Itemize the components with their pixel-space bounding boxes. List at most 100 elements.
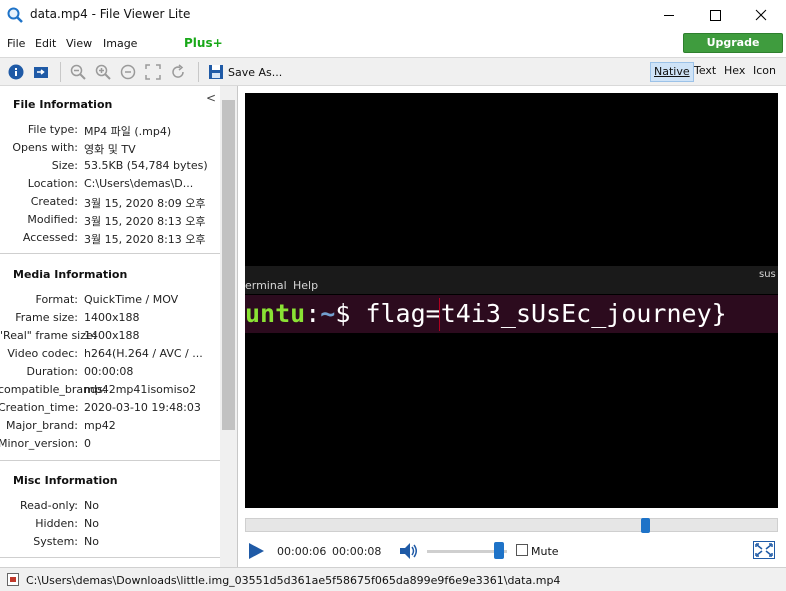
seek-bar[interactable] [245,518,778,532]
status-file-path: C:\Users\demas\Downloads\little.img_0355… [26,574,561,587]
close-icon [755,9,767,21]
row-label: Video codec: [7,347,78,360]
zoom-out-icon[interactable] [70,64,86,80]
prompt-path: ~ [320,299,336,328]
rotate-icon[interactable] [170,64,186,80]
info-icon[interactable] [8,64,24,80]
prompt-user: untu [245,299,306,328]
zoom-reset-icon[interactable] [120,64,136,80]
section-divider [0,557,220,558]
seek-handle[interactable] [640,518,650,533]
mute-checkbox[interactable] [516,544,528,556]
row-value: 1400x188 [84,311,140,324]
menu-image[interactable]: Image [103,37,137,50]
menu-file[interactable]: File [7,37,25,50]
row-label: System: [33,535,78,548]
terminal-menubar: erminal Help sus [245,266,778,294]
row-value: 3월 15, 2020 8:09 오후 [84,197,206,210]
volume-icon[interactable] [399,542,419,560]
row-value: 3월 15, 2020 8:13 오후 [84,233,206,246]
toolbar: Save As... Native Text Hex Icon [0,57,786,86]
row-value: C:\Users\demas\D... [84,177,194,190]
plus-link[interactable]: Plus+ [184,36,223,50]
menu-bar: File Edit View Image Plus+ [0,31,786,56]
terminal-menu-item: Help [293,279,319,292]
row-label: Format: [35,293,78,306]
section-title-file-information: File Information [13,98,113,111]
zoom-in-icon[interactable] [95,64,111,80]
collapse-sidebar-button[interactable]: < [206,91,216,105]
row-label: Frame size: [15,311,78,324]
mute-label: Mute [531,545,559,558]
terminal-topright-text: sus [759,269,776,280]
section-divider [0,460,220,461]
title-bar: data.mp4 - File Viewer Lite [0,0,786,31]
fullscreen-icon[interactable] [753,541,775,559]
row-label: Minor_version: [0,437,79,450]
maximize-button[interactable] [692,0,738,31]
video-file-icon [7,573,19,586]
row-label: compatible_brands: [0,383,107,396]
upgrade-button[interactable]: Upgrade [683,33,783,53]
row-label: Location: [27,177,78,190]
maximize-icon [710,10,721,21]
text-caret [439,298,440,331]
row-label: Major_brand: [6,419,78,432]
row-value: No [84,517,99,530]
row-value: 53.5KB (54,784 bytes) [84,159,208,172]
view-tab-hex[interactable]: Hex [721,62,748,82]
terminal-prompt-line: untu:~$ flag=t4i3_sUsEc_journey} [245,295,778,333]
row-value: mp42 [84,419,116,432]
row-value: 0 [84,437,91,450]
toolbar-divider [60,62,61,82]
row-value: mp42mp41isomiso2 [84,383,197,396]
prompt-command: $ flag=t4i3_sUsEc_journey} [335,299,727,328]
row-label: Accessed: [22,231,78,244]
row-value: 1400x188 [84,329,140,342]
view-tab-native[interactable]: Native [650,62,694,82]
video-frame[interactable]: erminal Help sus untu:~$ flag=t4i3_sUsEc… [245,93,778,508]
row-value: h264(H.264 / AVC / ... [84,347,203,360]
section-title-misc-information: Misc Information [13,474,118,487]
window-title: data.mp4 - File Viewer Lite [30,7,191,21]
row-label: Opens with: [12,141,78,154]
info-sidebar: < File Information File type: MP4 파일 (.m… [0,86,238,567]
open-in-icon[interactable] [33,64,49,80]
section-title-media-information: Media Information [13,268,128,281]
row-label: Modified: [27,213,78,226]
scrollbar-thumb[interactable] [222,100,235,430]
close-button[interactable] [738,0,784,31]
row-value: 00:00:08 [84,365,134,378]
row-label: File type: [27,123,78,136]
sidebar-scrollbar[interactable] [220,86,237,567]
save-icon[interactable] [208,64,224,80]
row-value: QuickTime / MOV [84,293,179,306]
save-as-button[interactable]: Save As... [228,66,282,79]
row-value: 3월 15, 2020 8:13 오후 [84,215,206,228]
duration-time: 00:00:08 [332,545,382,558]
minimize-icon [664,15,674,16]
row-label: Size: [51,159,78,172]
row-label: Read-only: [20,499,78,512]
row-value: 영화 및 TV [84,143,136,156]
current-time: 00:00:06 [277,545,327,558]
row-label: Duration: [26,365,78,378]
row-value: MP4 파일 (.mp4) [84,125,172,138]
section-divider [0,253,220,254]
menu-view[interactable]: View [66,37,92,50]
menu-edit[interactable]: Edit [35,37,56,50]
volume-handle[interactable] [494,542,504,559]
viewer-pane: erminal Help sus untu:~$ flag=t4i3_sUsEc… [239,86,786,567]
status-bar: C:\Users\demas\Downloads\little.img_0355… [0,567,786,591]
row-label: Creation_time: [0,401,79,414]
view-tab-text[interactable]: Text [691,62,719,82]
minimize-button[interactable] [646,0,692,31]
row-label: Hidden: [35,517,78,530]
row-value: No [84,535,99,548]
view-tab-icon[interactable]: Icon [750,62,779,82]
row-value: 2020-03-10 19:48:03 [84,401,201,414]
app-magnifier-icon [7,7,23,23]
play-icon[interactable] [247,542,265,560]
fit-icon[interactable] [145,64,161,80]
toolbar-divider [198,62,199,82]
